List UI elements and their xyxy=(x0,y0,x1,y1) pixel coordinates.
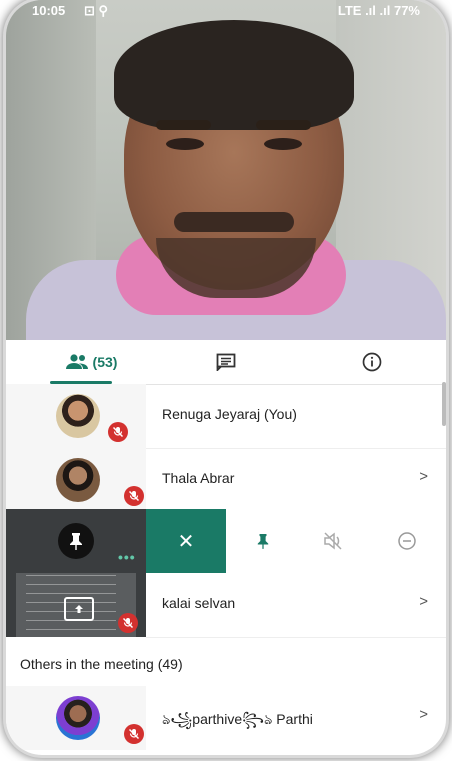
video-person-eye xyxy=(166,138,204,150)
mic-off-icon xyxy=(124,724,144,744)
chevron-right-icon[interactable]: > xyxy=(419,468,428,485)
main-video-feed[interactable]: 10:05 ⊡ ⚲ LTE .ıl .ıl 77% xyxy=(6,0,446,340)
chevron-right-icon[interactable]: > xyxy=(419,706,428,723)
participant-thumb-dark: ••• xyxy=(6,509,146,637)
video-person-mustache xyxy=(174,212,294,232)
pin-participant-button[interactable] xyxy=(228,509,298,573)
info-icon xyxy=(362,352,382,372)
present-screen-icon xyxy=(64,597,94,621)
tab-people[interactable]: (53) xyxy=(46,340,136,384)
participant-thumb xyxy=(6,448,146,512)
participant-row[interactable]: kalai selvan > xyxy=(146,573,446,638)
people-icon xyxy=(65,354,88,369)
participant-row[interactable]: ঌ꧁parthive꧂ঌ Parthi > xyxy=(6,686,446,750)
participant-name: Thala Abrar xyxy=(162,470,235,486)
people-count: (53) xyxy=(92,354,118,370)
pin-icon xyxy=(257,534,269,549)
video-person-brow xyxy=(156,120,211,130)
close-actions-button[interactable]: ✕ xyxy=(146,509,226,573)
pin-icon xyxy=(70,533,82,550)
status-signal-battery: LTE .ıl .ıl 77% xyxy=(337,3,420,18)
avatar xyxy=(56,696,100,740)
participant-thumb xyxy=(6,686,146,750)
video-person-eye xyxy=(264,138,302,150)
remove-icon xyxy=(398,532,416,550)
participant-action-bar: ✕ xyxy=(146,509,446,573)
status-notification-icons: ⊡ ⚲ xyxy=(84,3,109,18)
remove-participant-button[interactable] xyxy=(372,509,442,573)
status-time: 10:05 xyxy=(32,3,66,18)
mute-participant-button[interactable] xyxy=(298,509,368,573)
participant-name: Renuga Jeyaraj (You) xyxy=(162,406,297,422)
phone-screen: 10:05 ⊡ ⚲ LTE .ıl .ıl 77% (53) Renuga Je… xyxy=(6,0,446,755)
tab-info[interactable] xyxy=(342,340,402,384)
tab-chat[interactable] xyxy=(196,340,256,384)
avatar xyxy=(56,458,100,502)
participant-name: ঌ꧁parthive꧂ঌ Parthi xyxy=(162,711,313,727)
status-bar: 10:05 ⊡ ⚲ LTE .ıl .ıl 77% xyxy=(6,0,446,22)
pin-button[interactable] xyxy=(58,523,94,559)
mute-speaker-icon xyxy=(324,532,342,550)
participant-row[interactable]: Thala Abrar > xyxy=(6,448,446,513)
scrollbar[interactable] xyxy=(442,382,446,426)
participant-row-expanded: ••• ✕ kalai selvan > xyxy=(6,509,446,638)
video-person-hair xyxy=(114,20,354,130)
more-dots-icon[interactable]: ••• xyxy=(118,549,136,565)
mic-off-icon xyxy=(124,486,144,506)
participant-row[interactable]: Renuga Jeyaraj (You) xyxy=(6,384,446,449)
others-section-heading: Others in the meeting (49) xyxy=(20,656,183,672)
chat-icon xyxy=(216,353,236,371)
close-icon: ✕ xyxy=(177,530,195,553)
avatar xyxy=(56,394,100,438)
participant-thumb xyxy=(6,384,146,448)
video-person-brow xyxy=(256,120,311,130)
chevron-right-icon[interactable]: > xyxy=(419,593,428,610)
mic-off-icon xyxy=(118,613,138,633)
meeting-tabs: (53) xyxy=(6,340,446,385)
mic-off-icon xyxy=(108,422,128,442)
participant-name: kalai selvan xyxy=(162,595,236,611)
